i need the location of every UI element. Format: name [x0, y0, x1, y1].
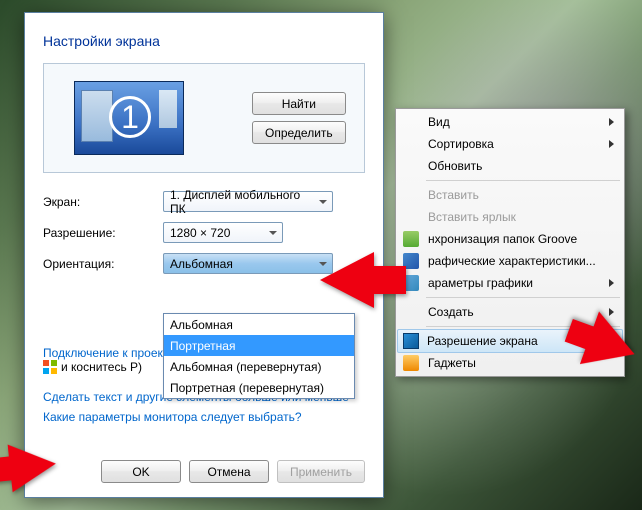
monitor-params-link[interactable]: Какие параметры монитора следует выбрать… — [43, 410, 365, 424]
cancel-button[interactable]: Отмена — [189, 460, 269, 483]
monitor-thumbnail[interactable]: 1 — [74, 81, 184, 155]
context-item-label: Вставить ярлык — [428, 210, 516, 224]
context-item-label: Разрешение экрана — [427, 334, 538, 348]
orientation-option[interactable]: Портретная (перевернутая) — [164, 377, 354, 398]
orientation-label: Ориентация: — [43, 257, 163, 271]
resolution-combobox[interactable]: 1280 × 720 — [163, 222, 283, 243]
projector-hint: и коснитесь P) — [61, 360, 142, 374]
gadget-icon — [403, 355, 419, 371]
context-item-label: Гаджеты — [428, 356, 476, 370]
monitor-preview-area: 1 Найти Определить — [43, 63, 365, 173]
orientation-dropdown: АльбомнаяПортретнаяАльбомная (перевернут… — [163, 313, 355, 399]
thumbnail-window-icon — [159, 90, 177, 128]
orientation-combobox[interactable]: Альбомная — [163, 253, 333, 274]
projector-link[interactable]: Подключение к проек — [43, 346, 163, 360]
context-menu-item[interactable]: нхронизация папок Groove — [398, 228, 622, 250]
ok-button[interactable]: OK — [101, 460, 181, 483]
window-title: Настройки экрана — [43, 33, 365, 49]
apply-button[interactable]: Применить — [277, 460, 365, 483]
windows-logo-icon — [43, 360, 57, 374]
context-item-label: Сортировка — [428, 137, 494, 151]
orientation-option[interactable]: Альбомная (перевернутая) — [164, 356, 354, 377]
context-menu-item: Вставить — [398, 184, 622, 206]
context-menu-item[interactable]: рафические характеристики... — [398, 250, 622, 272]
groove-icon — [403, 231, 419, 247]
context-item-label: араметры графики — [428, 276, 533, 290]
screen-label: Экран: — [43, 195, 163, 209]
monitor-number: 1 — [109, 96, 151, 138]
orientation-option[interactable]: Портретная — [164, 335, 354, 356]
context-menu-item[interactable]: араметры графики — [398, 272, 622, 294]
context-item-label: рафические характеристики... — [428, 254, 596, 268]
context-separator — [426, 180, 620, 181]
context-item-label: Вставить — [428, 188, 479, 202]
orientation-option[interactable]: Альбомная — [164, 314, 354, 335]
context-menu-item: Вставить ярлык — [398, 206, 622, 228]
context-item-label: нхронизация папок Groove — [428, 232, 577, 246]
screen-combobox[interactable]: 1. Дисплей мобильного ПК — [163, 191, 333, 212]
context-separator — [426, 297, 620, 298]
context-menu-item[interactable]: Сортировка — [398, 133, 622, 155]
context-item-label: Вид — [428, 115, 450, 129]
res-icon — [403, 333, 419, 349]
find-button[interactable]: Найти — [252, 92, 346, 115]
detect-button[interactable]: Определить — [252, 121, 346, 144]
context-item-label: Обновить — [428, 159, 482, 173]
context-menu-item[interactable]: Создать — [398, 301, 622, 323]
context-menu-item[interactable]: Обновить — [398, 155, 622, 177]
resolution-label: Разрешение: — [43, 226, 163, 240]
context-item-label: Создать — [428, 305, 474, 319]
annotation-arrow-icon — [8, 440, 59, 493]
context-menu-item[interactable]: Вид — [398, 111, 622, 133]
annotation-arrow-icon — [320, 252, 374, 308]
